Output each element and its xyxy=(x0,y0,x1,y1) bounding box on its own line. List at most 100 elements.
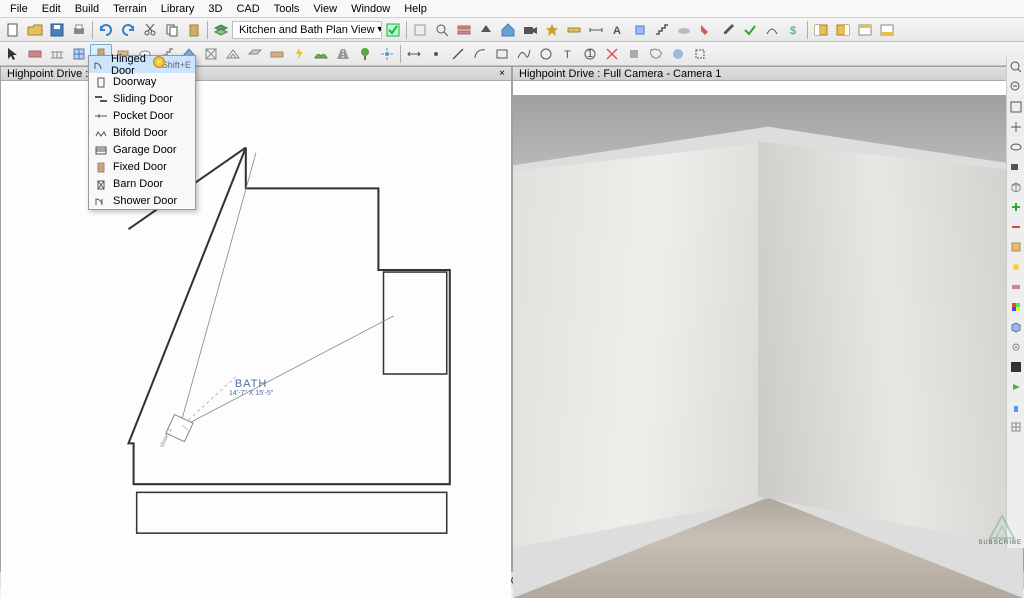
cube-icon[interactable] xyxy=(1007,178,1024,196)
slab-button[interactable] xyxy=(244,44,266,64)
menu-file[interactable]: File xyxy=(3,1,35,17)
menu-3d[interactable]: 3D xyxy=(201,1,229,17)
menu-window[interactable]: Window xyxy=(344,1,397,17)
circle-button[interactable] xyxy=(535,44,557,64)
menu-terrain[interactable]: Terrain xyxy=(106,1,154,17)
zoom-button[interactable] xyxy=(431,20,453,40)
menu-bifold-door[interactable]: Bifold Door xyxy=(89,124,195,141)
layer-button[interactable] xyxy=(210,20,232,40)
revision-button[interactable] xyxy=(645,44,667,64)
menu-tools[interactable]: Tools xyxy=(267,1,307,17)
dropper-button[interactable] xyxy=(717,20,739,40)
spline-button[interactable] xyxy=(513,44,535,64)
home-button[interactable] xyxy=(497,20,519,40)
open-file-button[interactable] xyxy=(24,20,46,40)
road-button[interactable] xyxy=(332,44,354,64)
menu-fixed-door[interactable]: Fixed Door xyxy=(89,158,195,175)
menu-shower-door[interactable]: Shower Door xyxy=(89,192,195,209)
cut-button[interactable] xyxy=(139,20,161,40)
zoom-out-icon[interactable] xyxy=(1007,78,1024,96)
wall-tool-button[interactable] xyxy=(24,44,46,64)
electrical-button[interactable] xyxy=(288,44,310,64)
paint-button[interactable] xyxy=(695,20,717,40)
menu-doorway[interactable]: Doorway xyxy=(89,73,195,90)
cloud-button[interactable] xyxy=(673,20,695,40)
fit-icon[interactable] xyxy=(1007,98,1024,116)
view-selector[interactable]: Kitchen and Bath Plan View ▾ xyxy=(232,21,382,39)
grid-icon[interactable] xyxy=(1007,418,1024,436)
terrain-tool-button[interactable] xyxy=(310,44,332,64)
sun-icon[interactable] xyxy=(1007,258,1024,276)
sprinkler-button[interactable] xyxy=(376,44,398,64)
undo-button[interactable] xyxy=(95,20,117,40)
redo-button[interactable] xyxy=(117,20,139,40)
railing-button[interactable] xyxy=(46,44,68,64)
menu-hinged-door[interactable]: Hinged DoorShift+E xyxy=(89,56,195,73)
rail-minus-icon[interactable] xyxy=(1007,218,1024,236)
menu-cad[interactable]: CAD xyxy=(229,1,266,17)
snap-button[interactable] xyxy=(541,20,563,40)
load-button[interactable] xyxy=(629,20,651,40)
menu-library[interactable]: Library xyxy=(154,1,202,17)
window-tool-button[interactable] xyxy=(68,44,90,64)
box3d-icon[interactable] xyxy=(1007,318,1024,336)
pan-icon[interactable] xyxy=(1007,118,1024,136)
detail-button[interactable] xyxy=(689,44,711,64)
spray-icon[interactable] xyxy=(1007,398,1024,416)
stairs-button[interactable] xyxy=(651,20,673,40)
ruler-button[interactable] xyxy=(563,20,585,40)
panel-4-button[interactable] xyxy=(876,20,898,40)
sketch-button[interactable] xyxy=(761,20,783,40)
menu-garage-door[interactable]: Garage Door xyxy=(89,141,195,158)
select-button[interactable] xyxy=(2,44,24,64)
dimension-button[interactable] xyxy=(403,44,425,64)
paste-button[interactable] xyxy=(183,20,205,40)
dollar-button[interactable]: $ xyxy=(783,20,805,40)
close-icon[interactable]: × xyxy=(499,68,505,79)
panel-2-button[interactable] xyxy=(832,20,854,40)
menu-view[interactable]: View xyxy=(306,1,344,17)
wall-button[interactable] xyxy=(453,20,475,40)
render-icon[interactable] xyxy=(1007,358,1024,376)
section-button[interactable] xyxy=(667,44,689,64)
menu-pocket-door[interactable]: Pocket Door xyxy=(89,107,195,124)
menu-edit[interactable]: Edit xyxy=(35,1,68,17)
text-button[interactable]: A xyxy=(607,20,629,40)
panel-1-button[interactable] xyxy=(810,20,832,40)
new-file-button[interactable] xyxy=(2,20,24,40)
video-icon[interactable] xyxy=(1007,378,1024,396)
camera-canvas[interactable] xyxy=(513,95,1023,598)
rail-plus-icon[interactable] xyxy=(1007,198,1024,216)
wall-def-icon[interactable] xyxy=(1007,278,1024,296)
plan-canvas[interactable]: BATH 14'-7" X 15'-5" closet 1 xyxy=(1,95,511,598)
copy-button[interactable] xyxy=(161,20,183,40)
library-icon[interactable] xyxy=(1007,238,1024,256)
line-button[interactable] xyxy=(447,44,469,64)
settings-icon[interactable] xyxy=(1007,338,1024,356)
arc-button[interactable] xyxy=(469,44,491,64)
menu-sliding-door[interactable]: Sliding Door xyxy=(89,90,195,107)
recent-button[interactable] xyxy=(409,20,431,40)
plant-button[interactable] xyxy=(354,44,376,64)
print-button[interactable] xyxy=(68,20,90,40)
checkbox-button[interactable] xyxy=(382,20,404,40)
marker-button[interactable]: 1 xyxy=(579,44,601,64)
camera-button[interactable] xyxy=(519,20,541,40)
point-button[interactable] xyxy=(425,44,447,64)
save-button[interactable] xyxy=(46,20,68,40)
panel-3-button[interactable] xyxy=(854,20,876,40)
up-button[interactable] xyxy=(475,20,497,40)
color-icon[interactable] xyxy=(1007,298,1024,316)
truss-button[interactable] xyxy=(222,44,244,64)
framing-button[interactable] xyxy=(200,44,222,64)
cross-button[interactable] xyxy=(601,44,623,64)
rail-camera-icon[interactable] xyxy=(1007,158,1024,176)
orbit-icon[interactable] xyxy=(1007,138,1024,156)
menu-build[interactable]: Build xyxy=(68,1,106,17)
cad-block-button[interactable] xyxy=(623,44,645,64)
menu-help[interactable]: Help xyxy=(397,1,434,17)
box-button[interactable] xyxy=(491,44,513,64)
zoom-in-icon[interactable] xyxy=(1007,58,1024,76)
dim-button[interactable] xyxy=(585,20,607,40)
menu-barn-door[interactable]: Barn Door xyxy=(89,175,195,192)
